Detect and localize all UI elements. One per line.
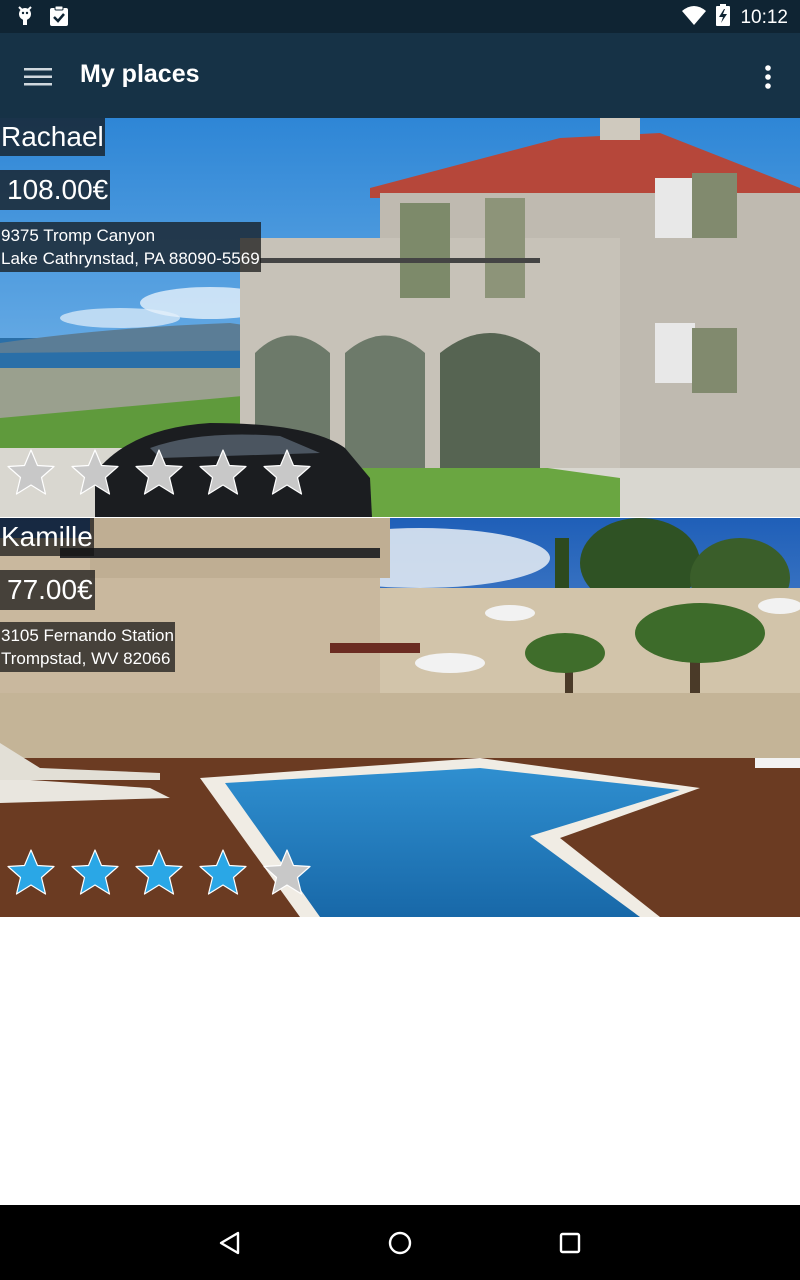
home-icon[interactable] xyxy=(376,1219,424,1267)
address-line-2: Trompstad, WV 82066 xyxy=(1,649,171,668)
battery-charging-icon xyxy=(716,4,731,31)
address-line-1: 3105 Fernando Station xyxy=(1,626,174,645)
hamburger-menu-icon[interactable] xyxy=(14,53,62,101)
rating-stars[interactable] xyxy=(6,448,312,498)
place-address: 3105 Fernando Station Trompstad, WV 8206… xyxy=(0,622,175,672)
status-bar: 10:12 xyxy=(0,0,800,33)
star-filled-icon[interactable] xyxy=(134,848,184,898)
star-empty-icon[interactable] xyxy=(6,448,56,498)
place-name: Rachael xyxy=(0,118,105,156)
navigation-bar xyxy=(0,1205,800,1280)
status-notifications xyxy=(14,5,70,32)
recents-icon[interactable] xyxy=(546,1219,594,1267)
star-filled-icon[interactable] xyxy=(198,848,248,898)
star-filled-icon[interactable] xyxy=(70,848,120,898)
rating-stars[interactable] xyxy=(6,848,312,898)
star-empty-icon[interactable] xyxy=(262,848,312,898)
place-price: 77.00€ xyxy=(0,570,95,610)
place-card[interactable]: Rachael 108.00€ 9375 Tromp Canyon Lake C… xyxy=(0,118,800,517)
page-title: My places xyxy=(80,60,200,88)
star-empty-icon[interactable] xyxy=(70,448,120,498)
status-clock: 10:12 xyxy=(740,6,788,28)
overflow-menu-icon[interactable] xyxy=(748,53,788,101)
star-filled-icon[interactable] xyxy=(6,848,56,898)
place-name: Kamille xyxy=(0,518,94,556)
star-empty-icon[interactable] xyxy=(134,448,184,498)
status-system: 10:12 xyxy=(682,4,788,31)
android-debug-icon xyxy=(14,5,36,32)
screen: 10:12 My places Rachael 108.00€ 9375 Tro… xyxy=(0,0,800,1280)
address-line-2: Lake Cathrynstad, PA 88090-5569 xyxy=(1,249,260,268)
address-line-1: 9375 Tromp Canyon xyxy=(1,226,156,245)
app-bar: My places xyxy=(0,33,800,118)
clipboard-check-icon xyxy=(48,5,70,32)
star-empty-icon[interactable] xyxy=(198,448,248,498)
place-price: 108.00€ xyxy=(0,170,111,210)
wifi-icon xyxy=(682,5,707,30)
star-empty-icon[interactable] xyxy=(262,448,312,498)
back-icon[interactable] xyxy=(206,1219,254,1267)
place-address: 9375 Tromp Canyon Lake Cathrynstad, PA 8… xyxy=(0,222,261,272)
place-card[interactable]: Kamille 77.00€ 3105 Fernando Station Tro… xyxy=(0,518,800,917)
